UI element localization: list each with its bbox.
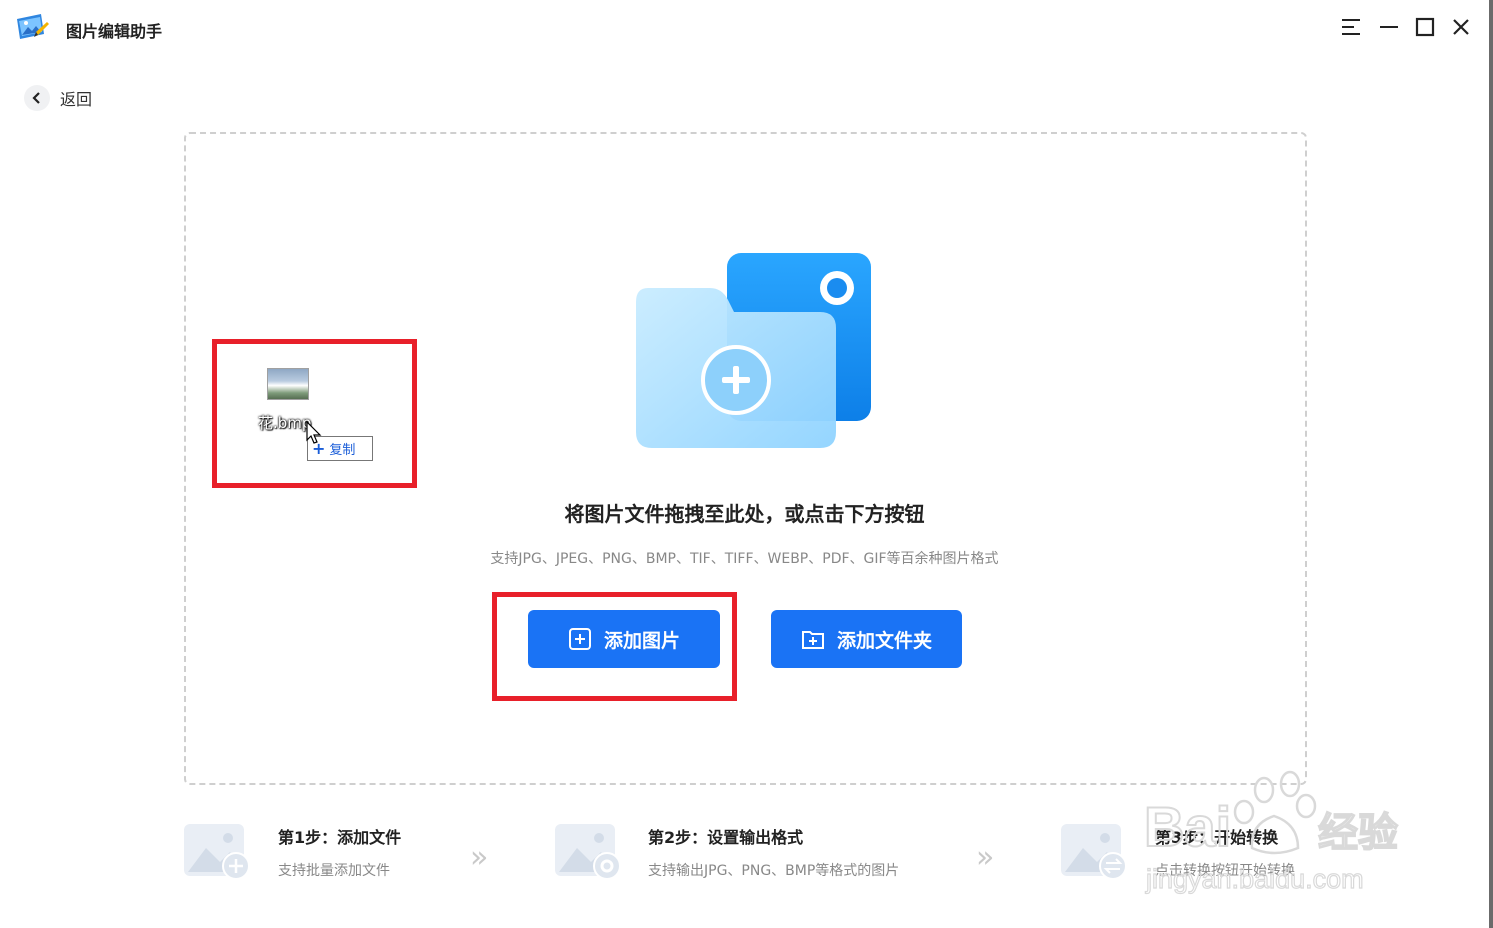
- back-label: 返回: [60, 90, 93, 109]
- maximize-icon: [1415, 17, 1435, 37]
- drop-zone-subtitle: 支持JPG、JPEG、PNG、BMP、TIF、TIFF、WEBP、PDF、GIF…: [490, 551, 999, 567]
- drag-highlight-box: [212, 339, 417, 488]
- maximize-button[interactable]: [1412, 14, 1438, 40]
- image-add-icon: [184, 824, 250, 880]
- minimize-button[interactable]: [1376, 14, 1402, 40]
- image-settings-icon: [555, 824, 621, 880]
- drop-zone-title: 将图片文件拖拽至此处，或点击下方按钮: [564, 502, 925, 526]
- step-1-desc: 支持批量添加文件: [278, 863, 390, 879]
- app-window: 图片编辑助手 返回 将图片文件拖拽至此处，或点击下方按钮 支持JPG、JPEG、…: [0, 0, 1493, 928]
- chevron-double-right-icon: »: [976, 840, 995, 875]
- add-folder-button[interactable]: 添加文件夹: [771, 610, 962, 668]
- button-highlight-box: [492, 592, 737, 701]
- back-icon-wrap: [24, 85, 50, 111]
- add-folder-icon: [801, 631, 824, 649]
- step-2-title: 第2步：设置输出格式: [648, 828, 804, 847]
- baidu-watermark-logo: Bai 经验 jingyan.baidu.com: [1143, 770, 1399, 895]
- chevron-left-icon: [32, 92, 40, 104]
- app-logo-icon: [17, 14, 49, 39]
- folder-illustration-icon: [636, 253, 871, 448]
- menu-icon: [1342, 19, 1360, 35]
- chevron-double-right-icon: »: [470, 840, 489, 875]
- step-2-desc: 支持输出JPG、PNG、BMP等格式的图片: [648, 863, 900, 879]
- back-button[interactable]: 返回: [24, 85, 92, 111]
- watermark-line-2: 经验: [1318, 810, 1398, 856]
- close-button[interactable]: [1448, 14, 1474, 40]
- add-folder-label: 添加文件夹: [836, 629, 932, 652]
- minimize-icon: [1380, 26, 1398, 28]
- app-title: 图片编辑助手: [66, 22, 163, 41]
- close-icon: [1453, 19, 1469, 35]
- watermark-line-3: jingyan.baidu.com: [1145, 864, 1364, 894]
- menu-button[interactable]: [1338, 14, 1364, 40]
- step-1-title: 第1步：添加文件: [278, 828, 402, 847]
- title-bar: 图片编辑助手: [0, 0, 1489, 56]
- image-convert-icon: [1061, 824, 1127, 880]
- watermark-line-1: Bai: [1144, 795, 1231, 858]
